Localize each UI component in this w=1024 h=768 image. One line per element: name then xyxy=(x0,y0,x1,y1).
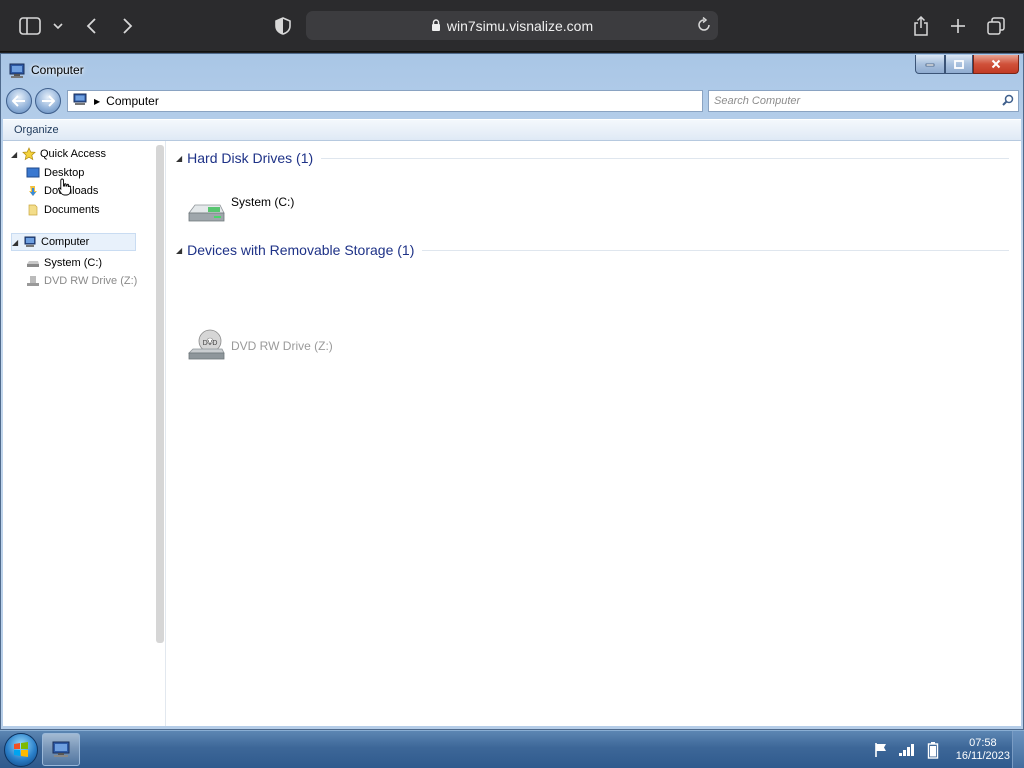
hard-drive-icon xyxy=(25,256,41,270)
clock[interactable]: 07:58 16/11/2023 xyxy=(956,737,1010,763)
desktop-icon xyxy=(25,166,41,180)
group-divider xyxy=(321,157,1009,159)
search-placeholder: Search Computer xyxy=(714,95,801,107)
chevron-down-icon[interactable] xyxy=(48,14,68,38)
nav-system-c[interactable]: System (C:) xyxy=(25,254,102,272)
group-divider xyxy=(422,249,1009,251)
maximize-button[interactable] xyxy=(945,55,973,74)
windows-logo-icon xyxy=(14,742,28,757)
nav-documents[interactable]: Documents xyxy=(25,201,100,219)
drive-system-c-label: System (C:) xyxy=(231,195,295,209)
battery-icon[interactable] xyxy=(923,740,943,760)
computer-icon xyxy=(7,62,27,85)
computer-icon xyxy=(52,741,70,757)
group-hard-disk-drives[interactable]: ◢ Hard Disk Drives (1) xyxy=(176,148,1009,168)
drive-system-c[interactable]: System (C:) xyxy=(186,193,294,229)
hard-drive-icon xyxy=(186,193,226,229)
address-bar[interactable]: win7simu.visnalize.com xyxy=(306,11,718,40)
url-text: win7simu.visnalize.com xyxy=(446,17,594,34)
show-desktop-button[interactable] xyxy=(1012,731,1024,768)
dvd-drive-icon: DVD xyxy=(186,327,226,363)
computer-icon xyxy=(72,93,88,110)
reload-icon[interactable] xyxy=(696,16,712,36)
main-pane: ◢ Hard Disk Drives (1) System (C:) ◢ Dev… xyxy=(166,141,1021,726)
taskbar: 07:58 16/11/2023 xyxy=(0,730,1024,768)
clock-time: 07:58 xyxy=(969,737,997,749)
dvd-drive-icon xyxy=(25,274,41,288)
collapse-triangle-icon[interactable]: ◢ xyxy=(176,154,182,163)
share-icon[interactable] xyxy=(909,14,933,38)
caption-buttons xyxy=(915,55,1019,74)
flag-icon[interactable] xyxy=(871,740,891,760)
signal-icon[interactable] xyxy=(897,740,917,760)
back-button[interactable] xyxy=(6,88,32,114)
group-removable-storage[interactable]: ◢ Devices with Removable Storage (1) xyxy=(176,240,1009,260)
nav-system-c-label: System (C:) xyxy=(44,257,103,269)
nav-dvd-z[interactable]: DVD RW Drive (Z:) xyxy=(25,272,137,290)
tabs-overview-icon[interactable] xyxy=(984,14,1008,38)
explorer-address-bar[interactable]: ▶ Computer xyxy=(67,90,703,112)
command-bar: Organize xyxy=(3,119,1021,141)
start-button[interactable] xyxy=(4,733,38,767)
taskbar-explorer-button[interactable] xyxy=(42,733,80,766)
sidebar-icon[interactable] xyxy=(18,14,42,38)
nav-quick-access[interactable]: ◢ Quick Access xyxy=(11,145,106,163)
window-title: Computer xyxy=(31,63,84,77)
nav-dvd-z-label: DVD RW Drive (Z:) xyxy=(44,275,138,287)
browser-toolbar: win7simu.visnalize.com xyxy=(0,0,1024,52)
breadcrumb-computer[interactable]: Computer xyxy=(106,94,159,108)
hand-cursor-icon xyxy=(58,178,72,201)
lock-icon xyxy=(431,18,441,34)
explorer-content: ◢ Quick Access Desktop Downloads Documen… xyxy=(3,141,1021,726)
expand-triangle-icon[interactable]: ◢ xyxy=(11,150,21,159)
shield-icon[interactable] xyxy=(271,14,295,38)
search-input[interactable]: Search Computer xyxy=(708,90,1019,112)
nav-computer-label: Computer xyxy=(41,236,90,248)
svg-text:DVD: DVD xyxy=(203,340,218,347)
forward-button[interactable] xyxy=(35,88,61,114)
back-icon[interactable] xyxy=(80,14,104,38)
new-tab-icon[interactable] xyxy=(946,14,970,38)
explorer-window: Computer ▶ Computer Search Computer Orga… xyxy=(0,53,1024,730)
breadcrumb-arrow-icon[interactable]: ▶ xyxy=(94,97,100,106)
drive-dvd-z[interactable]: DVD DVD RW Drive (Z:) xyxy=(186,327,333,363)
downloads-folder-icon xyxy=(25,184,41,198)
minimize-button[interactable] xyxy=(915,55,945,74)
nav-documents-label: Documents xyxy=(44,204,100,216)
collapse-triangle-icon[interactable]: ◢ xyxy=(176,246,182,255)
navigation-pane: ◢ Quick Access Desktop Downloads Documen… xyxy=(3,141,155,726)
close-button[interactable] xyxy=(973,55,1019,74)
clock-date: 16/11/2023 xyxy=(955,750,1010,762)
organize-button[interactable]: Organize xyxy=(14,124,59,136)
expand-triangle-icon[interactable]: ◢ xyxy=(12,238,22,247)
window-titlebar[interactable]: Computer xyxy=(1,54,1023,88)
documents-folder-icon xyxy=(25,203,41,217)
star-icon xyxy=(21,147,37,161)
drive-dvd-z-label: DVD RW Drive (Z:) xyxy=(231,339,333,353)
group-hard-disk-title: Hard Disk Drives (1) xyxy=(187,150,314,166)
nav-computer[interactable]: ◢ Computer xyxy=(11,233,136,251)
system-tray: 07:58 16/11/2023 xyxy=(868,735,1010,765)
forward-icon[interactable] xyxy=(115,14,139,38)
group-removable-title: Devices with Removable Storage (1) xyxy=(187,242,415,258)
nav-desktop[interactable]: Desktop xyxy=(25,164,84,182)
search-icon[interactable] xyxy=(1002,94,1014,109)
nav-pane-scrollbar[interactable] xyxy=(156,145,164,643)
nav-quick-access-label: Quick Access xyxy=(40,148,107,160)
computer-icon xyxy=(22,235,38,249)
